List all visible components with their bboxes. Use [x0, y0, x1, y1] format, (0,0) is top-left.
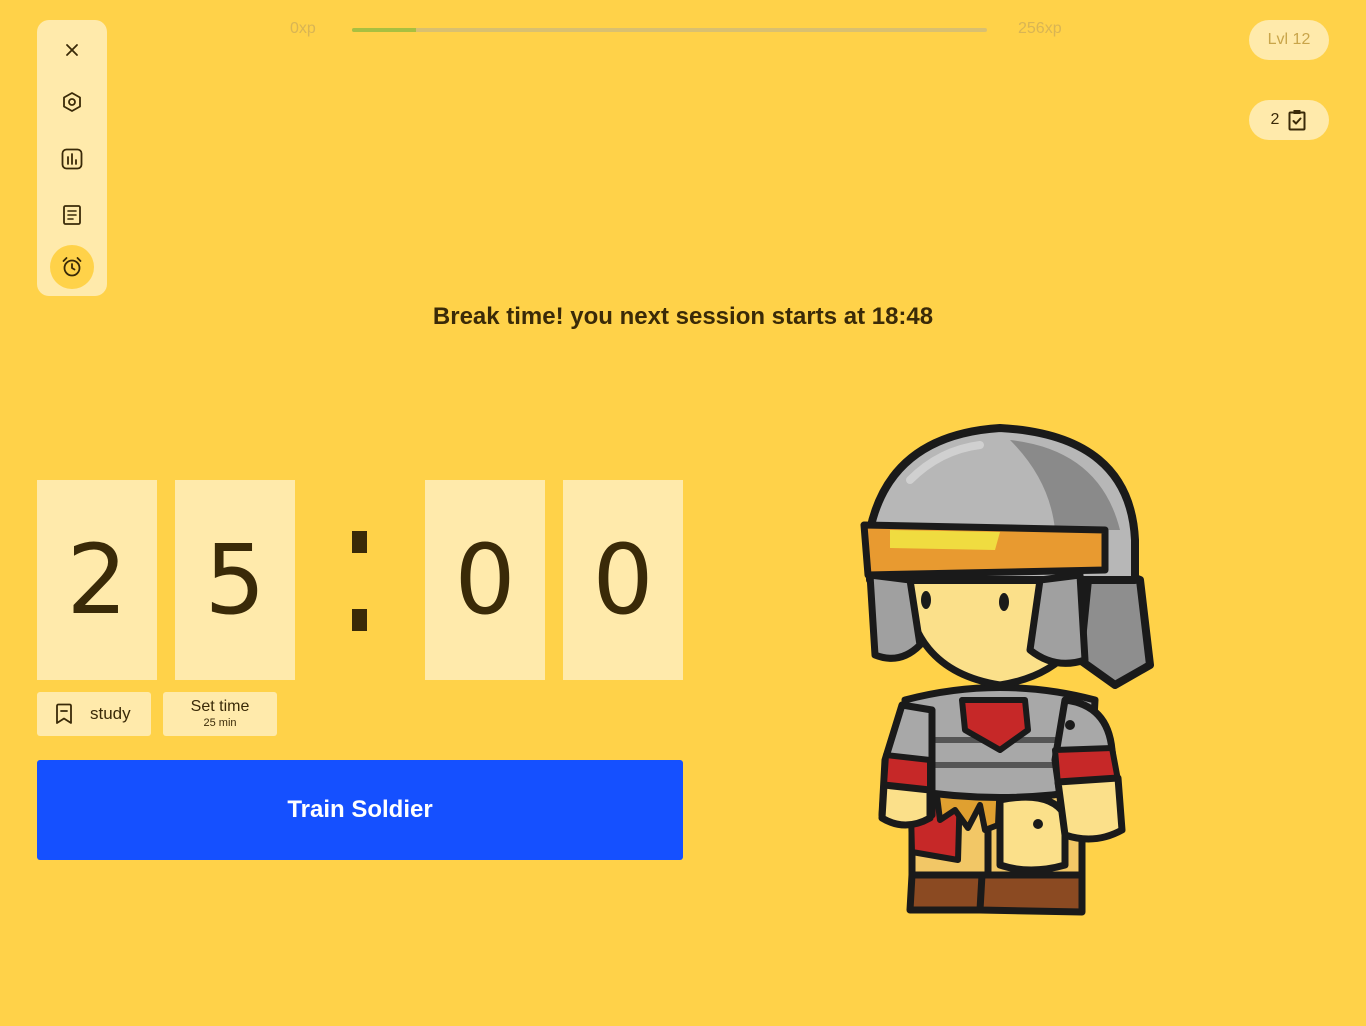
level-label: Lvl 12 — [1267, 31, 1311, 48]
close-button[interactable] — [50, 28, 94, 72]
notes-button[interactable] — [50, 193, 94, 237]
close-icon — [66, 44, 78, 56]
clipboard-check-icon — [1288, 110, 1306, 131]
xp-progress-fill — [352, 28, 416, 32]
timer-digit-seconds-ones: 0 — [563, 480, 683, 680]
set-time-button[interactable]: Set time 25 min — [163, 692, 277, 736]
alarm-clock-icon — [62, 257, 82, 277]
set-time-label: Set time — [190, 698, 250, 715]
xp-max-label: 256xp — [1018, 20, 1062, 37]
timer-digit-seconds-tens: 0 — [425, 480, 545, 680]
sidebar — [37, 20, 107, 296]
tasks-count: 2 — [1270, 111, 1280, 128]
chart-icon — [61, 148, 83, 170]
timer-digit-minutes-tens: 2 — [37, 480, 157, 680]
xp-min-label: 0xp — [290, 20, 316, 37]
tasks-button[interactable]: 2 — [1249, 100, 1329, 140]
notes-icon — [63, 205, 81, 225]
timer-colon-bottom — [352, 609, 367, 631]
timer-colon-top — [352, 531, 367, 553]
hexagon-settings-icon — [63, 92, 81, 112]
category-label: study — [90, 704, 131, 723]
train-soldier-button[interactable]: Train Soldier — [37, 760, 683, 860]
stats-button[interactable] — [50, 137, 94, 181]
roman-soldier-illustration — [860, 424, 1154, 916]
level-badge: Lvl 12 — [1249, 20, 1329, 60]
xp-progress-bar — [352, 28, 987, 32]
settings-button[interactable] — [50, 80, 94, 124]
timer-button[interactable] — [50, 245, 94, 289]
bookmark-icon — [56, 703, 72, 724]
timer-digit-minutes-ones: 5 — [175, 480, 295, 680]
category-button[interactable]: study — [37, 692, 151, 736]
set-time-value: 25 min — [203, 717, 237, 729]
break-message: Break time! you next session starts at 1… — [432, 303, 934, 330]
